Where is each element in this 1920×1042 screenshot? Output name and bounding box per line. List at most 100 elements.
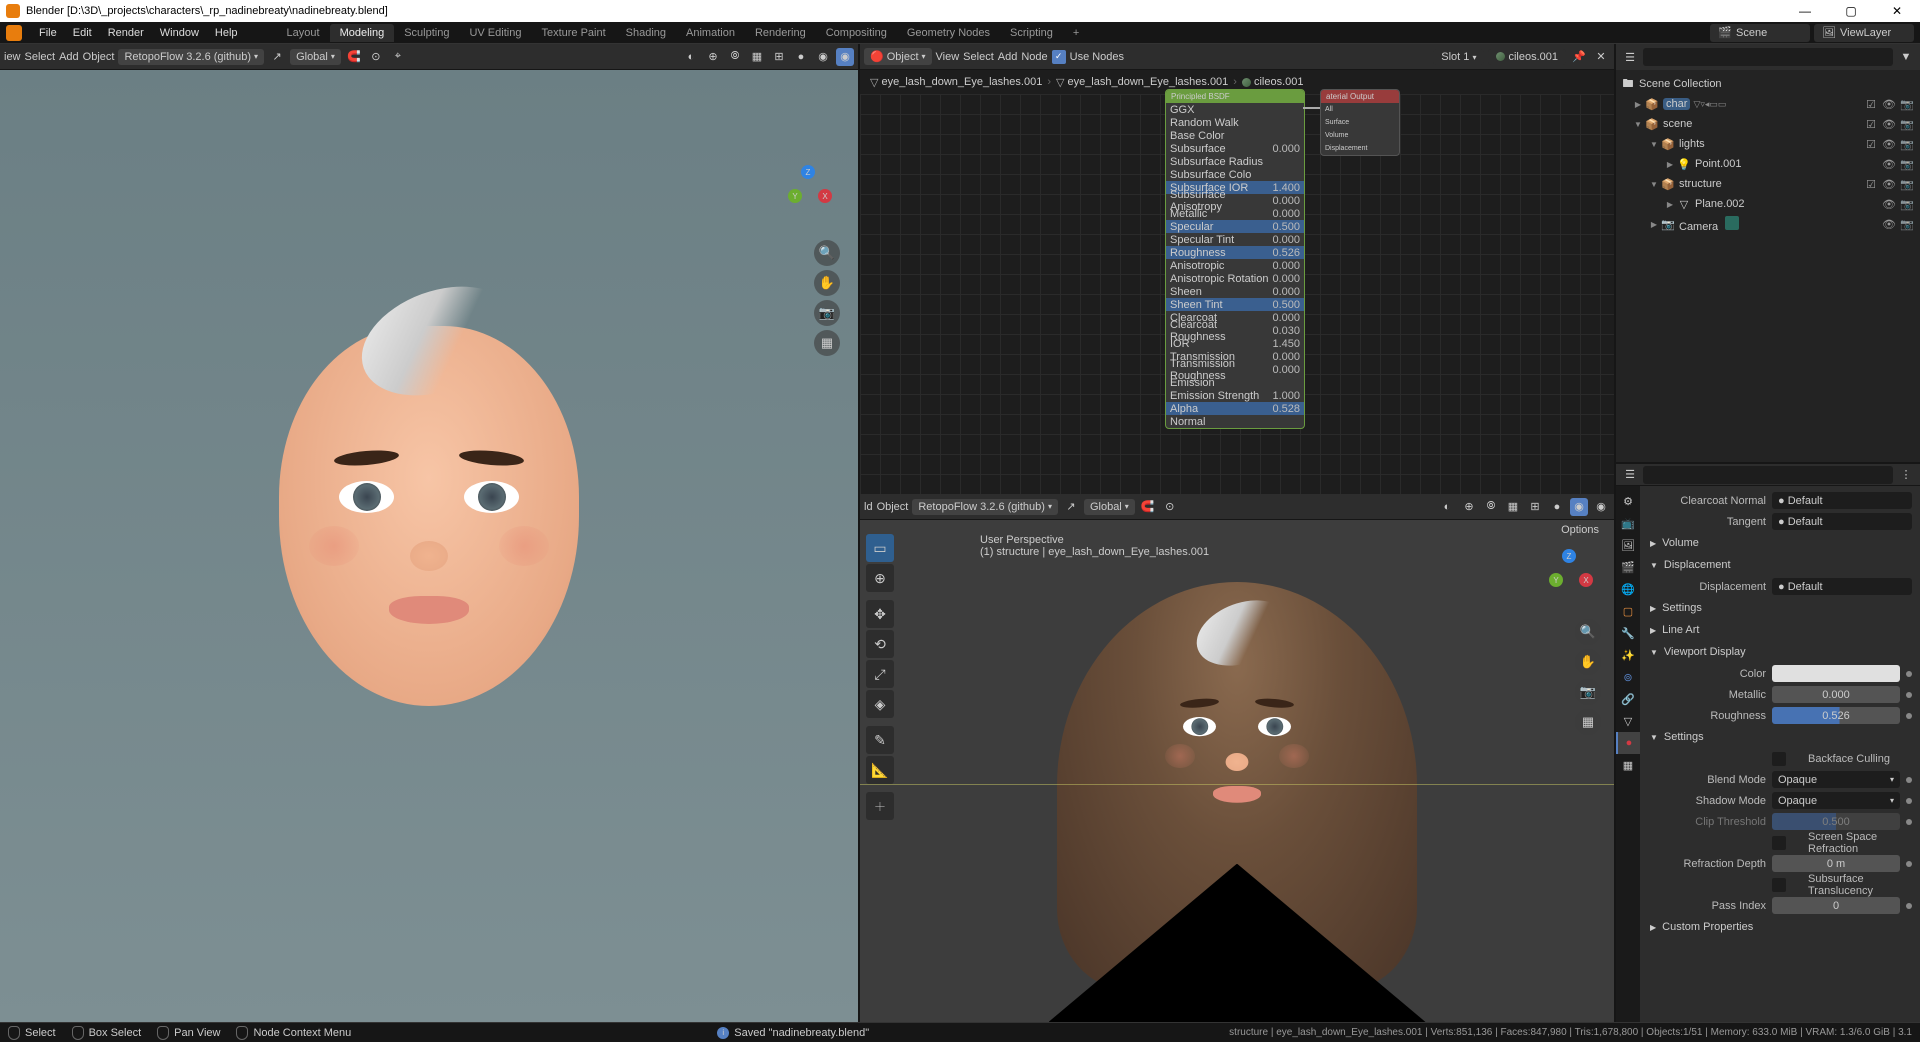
panel-viewport-display[interactable]: ▼Viewport Display <box>1648 641 1912 663</box>
ws-texpaint[interactable]: Texture Paint <box>531 24 615 42</box>
tree-row[interactable]: ▶▽Plane.002👁📷 <box>1616 194 1920 214</box>
ws-sculpting[interactable]: Sculpting <box>394 24 459 42</box>
node-row[interactable]: Roughness0.526 <box>1166 246 1304 259</box>
node-row[interactable]: Subsurface Colo <box>1166 168 1304 181</box>
node-row[interactable]: GGX <box>1166 103 1304 116</box>
shade-matprev-icon[interactable]: ◉ <box>814 48 832 66</box>
node-principled-bsdf[interactable]: Principled BSDF GGXRandom WalkBase Color… <box>1165 89 1305 429</box>
tab-physics[interactable]: ⊚ <box>1616 666 1640 688</box>
panel-settings2[interactable]: ▼Settings <box>1648 726 1912 748</box>
tree-row[interactable]: ▶💡Point.001👁📷 <box>1616 154 1920 174</box>
node-row[interactable]: Sheen Tint0.500 <box>1166 298 1304 311</box>
tab-scene[interactable]: 🎬 <box>1616 556 1640 578</box>
mat-pin-icon[interactable]: 📌 <box>1570 48 1588 66</box>
use-nodes-checkbox[interactable]: ✓ <box>1052 50 1066 64</box>
nav-pan-icon[interactable]: ✋ <box>814 270 840 296</box>
vp-menu-add[interactable]: Add <box>59 51 79 63</box>
ne-menu-node[interactable]: Node <box>1021 51 1047 63</box>
outliner-root[interactable]: Scene Collection <box>1639 78 1722 90</box>
node-row[interactable]: Random Walk <box>1166 116 1304 129</box>
ws-layout[interactable]: Layout <box>277 24 330 42</box>
material-dropdown[interactable]: cileos.001 <box>1488 49 1566 65</box>
node-row[interactable]: Alpha0.528 <box>1166 402 1304 415</box>
props-type-icon[interactable]: ☰ <box>1621 466 1639 484</box>
maximize-button[interactable]: ▢ <box>1828 0 1874 22</box>
vp-menu-select[interactable]: Select <box>25 51 56 63</box>
butterfly-icon[interactable]: ⌖ <box>389 48 407 66</box>
bc-mat[interactable]: cileos.001 <box>1242 76 1304 88</box>
tab-texture[interactable]: ▦ <box>1616 754 1640 776</box>
tab-constraints[interactable]: 🔗 <box>1616 688 1640 710</box>
vp-menu-object[interactable]: Object <box>83 51 115 63</box>
shade-wire-icon[interactable]: ⊞ <box>770 48 788 66</box>
node-row[interactable]: Subsurface0.000 <box>1166 142 1304 155</box>
menu-edit[interactable]: Edit <box>66 25 99 41</box>
clip-threshold-field[interactable]: 0.500 <box>1772 813 1900 830</box>
props-search[interactable] <box>1643 466 1893 484</box>
shade-render-icon[interactable]: ◉ <box>836 48 854 66</box>
tab-output[interactable]: 📺 <box>1616 512 1640 534</box>
blender-logo-icon[interactable] <box>6 25 22 41</box>
bc-mesh[interactable]: ▽ eye_lash_down_Eye_lashes.001 <box>870 76 1042 89</box>
node-row[interactable]: Sheen0.000 <box>1166 285 1304 298</box>
retopo-dropdown[interactable]: RetopoFlow 3.2.6 (github) ▾ <box>118 49 264 65</box>
orientation-dropdown[interactable]: Global ▾ <box>290 49 341 65</box>
panel-volume[interactable]: ▶Volume <box>1648 532 1912 554</box>
vp2-nav-pan-icon[interactable]: ✋ <box>1575 649 1601 675</box>
panel-lineart[interactable]: ▶Line Art <box>1648 619 1912 641</box>
pass-index-field[interactable]: 0 <box>1772 897 1900 914</box>
displacement-field[interactable]: ● Default <box>1772 578 1912 595</box>
overlay-toggle-icon[interactable]: ◐ <box>682 48 700 66</box>
tree-row[interactable]: ▶📦char ▽▿◂▭▭☑👁📷 <box>1616 94 1920 114</box>
ws-uv[interactable]: UV Editing <box>459 24 531 42</box>
node-row[interactable]: Specular0.500 <box>1166 220 1304 233</box>
panel-custom-props[interactable]: ▶Custom Properties <box>1648 916 1912 938</box>
node-row[interactable]: Base Color <box>1166 129 1304 142</box>
node-row[interactable]: Subsurface Radius <box>1166 155 1304 168</box>
orientation-icon[interactable]: ↗ <box>268 48 286 66</box>
tab-viewlayer[interactable]: 🖼 <box>1616 534 1640 556</box>
viewport-left-canvas[interactable]: ZYX 🔍 ✋ 📷 ▦ <box>0 70 858 1022</box>
snap-icon[interactable]: 🧲 <box>345 48 363 66</box>
clearcoat-normal-field[interactable]: ● Default <box>1772 492 1912 509</box>
node-material-output[interactable]: aterial Output All Surface Volume Displa… <box>1320 89 1400 156</box>
nav-gizmo[interactable]: ZYX <box>778 165 838 225</box>
ne-menu-add[interactable]: Add <box>998 51 1018 63</box>
outliner-type-icon[interactable]: ☰ <box>1621 48 1639 66</box>
vp2-nav-gizmo[interactable]: ZYX <box>1539 549 1599 609</box>
outliner-search[interactable] <box>1643 48 1893 66</box>
node-row[interactable]: Transmission Roughness0.000 <box>1166 363 1304 376</box>
ne-menu-select[interactable]: Select <box>963 51 994 63</box>
menu-window[interactable]: Window <box>153 25 206 41</box>
metallic-field[interactable]: 0.000 <box>1772 686 1900 703</box>
node-row[interactable]: Anisotropic Rotation0.000 <box>1166 272 1304 285</box>
viewlayer-selector[interactable]: 🖼 ViewLayer <box>1814 24 1914 42</box>
shadow-mode-field[interactable]: Opaque▾ <box>1772 792 1900 809</box>
node-row[interactable]: Subsurface Anisotropy0.000 <box>1166 194 1304 207</box>
vp-menu-view[interactable]: iew <box>4 51 21 63</box>
node-row[interactable]: Anisotropic0.000 <box>1166 259 1304 272</box>
tree-row[interactable]: ▼📦lights☑👁📷 <box>1616 134 1920 154</box>
tree-row[interactable]: ▼📦structure☑👁📷 <box>1616 174 1920 194</box>
mat-close-icon[interactable]: ✕ <box>1592 48 1610 66</box>
menu-render[interactable]: Render <box>101 25 151 41</box>
node-row[interactable]: Specular Tint0.000 <box>1166 233 1304 246</box>
xray-icon[interactable]: ▦ <box>748 48 766 66</box>
tab-modifiers[interactable]: 🔧 <box>1616 622 1640 644</box>
nav-zoom-icon[interactable]: 🔍 <box>814 240 840 266</box>
tab-object[interactable]: ▢ <box>1616 600 1640 622</box>
vp2-nav-persp-icon[interactable]: ▦ <box>1575 709 1601 735</box>
tree-row[interactable]: ▼📦scene☑👁📷 <box>1616 114 1920 134</box>
tree-row[interactable]: ▶📷Camera 👁📷 <box>1616 214 1920 234</box>
ws-modeling[interactable]: Modeling <box>330 24 395 42</box>
ws-geonodes[interactable]: Geometry Nodes <box>897 24 1000 42</box>
overlay-icon[interactable]: ⦾ <box>726 48 744 66</box>
menu-help[interactable]: Help <box>208 25 245 41</box>
gizmo-toggle-icon[interactable]: ⊕ <box>704 48 722 66</box>
slot-dropdown[interactable]: Slot 1 ▾ <box>1433 49 1484 65</box>
color-field[interactable] <box>1772 665 1900 682</box>
close-button[interactable]: ✕ <box>1874 0 1920 22</box>
ws-scripting[interactable]: Scripting <box>1000 24 1063 42</box>
tab-particles[interactable]: ✨ <box>1616 644 1640 666</box>
tab-data[interactable]: ▽ <box>1616 710 1640 732</box>
